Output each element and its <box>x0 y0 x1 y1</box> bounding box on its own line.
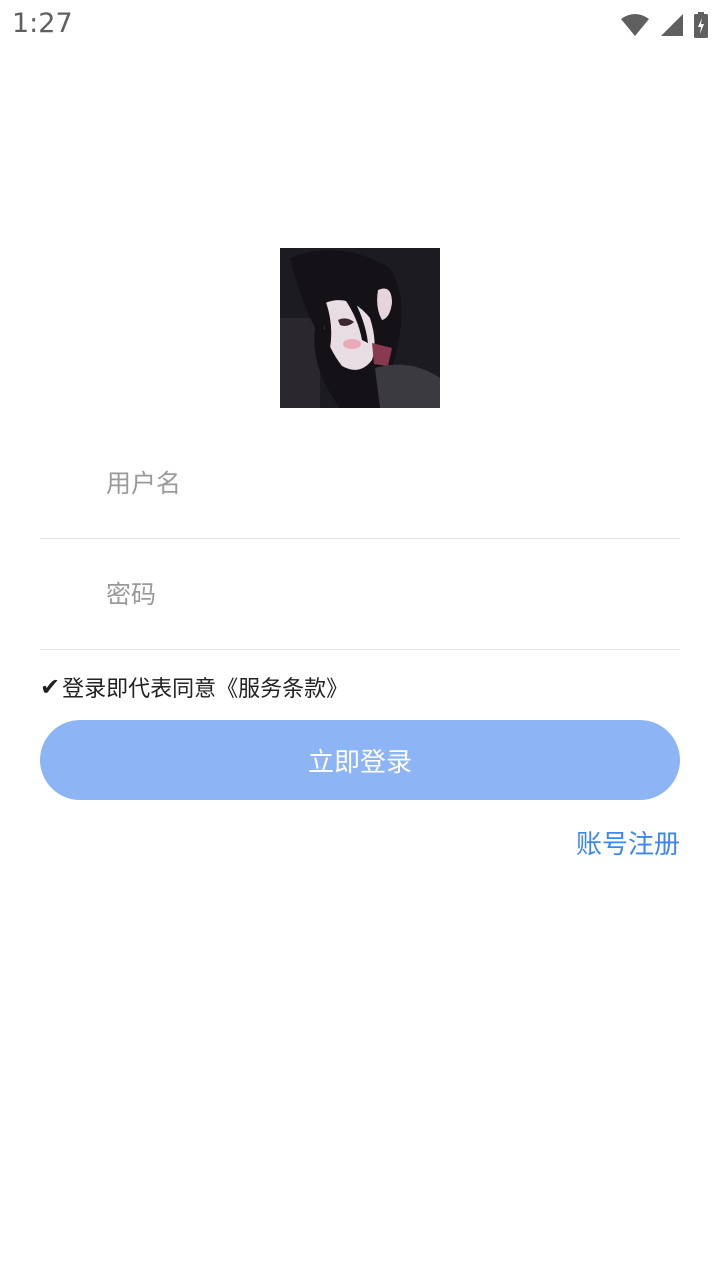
app-logo <box>280 248 440 408</box>
wifi-icon <box>620 13 650 37</box>
password-input[interactable] <box>106 539 666 649</box>
status-bar: 1:27 <box>0 0 720 50</box>
login-button[interactable]: 立即登录 <box>40 720 680 800</box>
username-input[interactable] <box>106 428 666 538</box>
check-icon[interactable]: ✔ <box>40 673 60 701</box>
password-field <box>40 539 680 650</box>
signal-icon <box>660 13 684 37</box>
battery-charging-icon <box>694 12 708 38</box>
terms-agreement[interactable]: ✔ 登录即代表同意《服务条款》 <box>40 670 348 704</box>
register-link[interactable]: 账号注册 <box>576 824 680 864</box>
username-field <box>40 428 680 539</box>
status-icons <box>620 10 708 40</box>
agreement-text[interactable]: 登录即代表同意《服务条款》 <box>62 671 348 703</box>
status-time: 1:27 <box>12 8 73 39</box>
login-screen: 1:27 用户名 ✔ 登录即代表同意《服务条款》 立即登录 账号注册 <box>0 0 720 1280</box>
